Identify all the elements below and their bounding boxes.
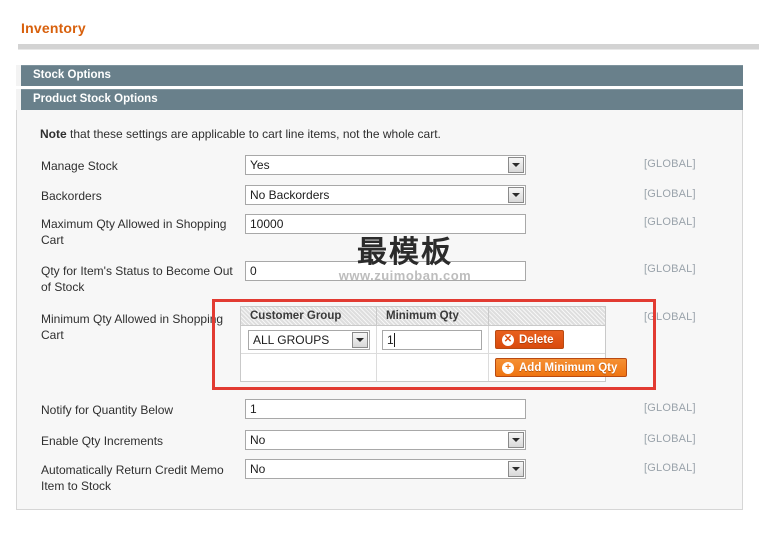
chevron-down-icon[interactable] [508,432,524,448]
cell-empty-group [241,354,377,381]
field-label-auto-return-credit-memo: Automatically Return Credit Memo Item to… [41,463,224,493]
enable-qty-increments-select-value[interactable] [245,430,526,450]
note-body: that these settings are applicable to ca… [66,127,441,141]
field-label-out-of-stock-qty: Qty for Item's Status to Become Out of S… [41,264,233,294]
chevron-down-icon[interactable] [508,187,524,203]
scope-tag-auto-return-credit-memo: [GLOBAL] [644,462,696,474]
scope-tag-out-of-stock-qty: [GLOBAL] [644,263,696,275]
chevron-down-icon[interactable] [352,332,368,348]
backorders-select-value[interactable] [245,185,526,205]
field-label-notify-quantity-below: Notify for Quantity Below [41,403,174,417]
out-of-stock-qty-input[interactable] [245,261,526,281]
minimum-qty-grid: Customer Group Minimum Qty ✕ Delete + [240,306,628,382]
chevron-down-icon[interactable] [508,461,524,477]
note-text: Note that these settings are applicable … [40,127,441,141]
field-label-enable-qty-increments: Enable Qty Increments [41,434,164,448]
delete-button-label: Delete [519,333,554,346]
chevron-down-icon[interactable] [508,157,524,173]
cell-add-action: + Add Minimum Qty [489,354,628,381]
manage-stock-select[interactable] [245,155,526,175]
field-label-minimum-qty: Minimum Qty Allowed in Shopping Cart [41,312,224,342]
close-circle-icon: ✕ [502,333,514,346]
text-caret [394,333,395,347]
table-footer-row: + Add Minimum Qty [241,354,628,381]
scope-tag-minimum-qty: [GLOBAL] [644,311,696,323]
heading-divider [18,44,759,50]
cell-customer-group [241,326,377,353]
plus-circle-icon: + [502,361,514,374]
notify-quantity-below-input[interactable] [245,399,526,419]
cell-minimum-qty [377,326,489,353]
minimum-qty-grid-header: Customer Group Minimum Qty [241,307,605,326]
cell-empty-qty [377,354,489,381]
section-header-stock-options-label: Stock Options [33,69,111,81]
cell-actions: ✕ Delete [489,326,605,353]
note-strong-label: Note [40,127,67,141]
auto-return-credit-memo-select[interactable] [245,459,526,479]
field-label-backorders: Backorders [41,189,102,203]
manage-stock-select-value[interactable] [245,155,526,175]
scope-tag-maximum-qty: [GLOBAL] [644,216,696,228]
add-minimum-qty-button[interactable]: + Add Minimum Qty [495,358,628,377]
column-header-actions [489,307,605,326]
customer-group-select[interactable] [248,330,370,350]
scope-tag-notify-quantity-below: [GLOBAL] [644,402,696,414]
scope-tag-backorders: [GLOBAL] [644,188,696,200]
delete-button[interactable]: ✕ Delete [495,330,564,349]
add-minimum-qty-button-label: Add Minimum Qty [519,361,618,374]
minimum-qty-input[interactable] [382,330,482,350]
section-header-product-stock-options[interactable]: Product Stock Options [16,89,743,110]
scope-tag-manage-stock: [GLOBAL] [644,158,696,170]
section-header-product-stock-options-label: Product Stock Options [33,93,158,105]
field-label-maximum-qty: Maximum Qty Allowed in Shopping Cart [41,217,227,247]
column-header-customer-group: Customer Group [241,307,377,326]
column-header-minimum-qty: Minimum Qty [377,307,489,326]
enable-qty-increments-select[interactable] [245,430,526,450]
auto-return-credit-memo-select-value[interactable] [245,459,526,479]
backorders-select[interactable] [245,185,526,205]
field-label-manage-stock: Manage Stock [41,159,118,173]
section-header-stock-options[interactable]: Stock Options [16,65,743,86]
scope-tag-enable-qty-increments: [GLOBAL] [644,433,696,445]
table-row: ✕ Delete [241,326,605,354]
maximum-qty-input[interactable] [245,214,526,234]
page-title: Inventory [21,20,86,36]
